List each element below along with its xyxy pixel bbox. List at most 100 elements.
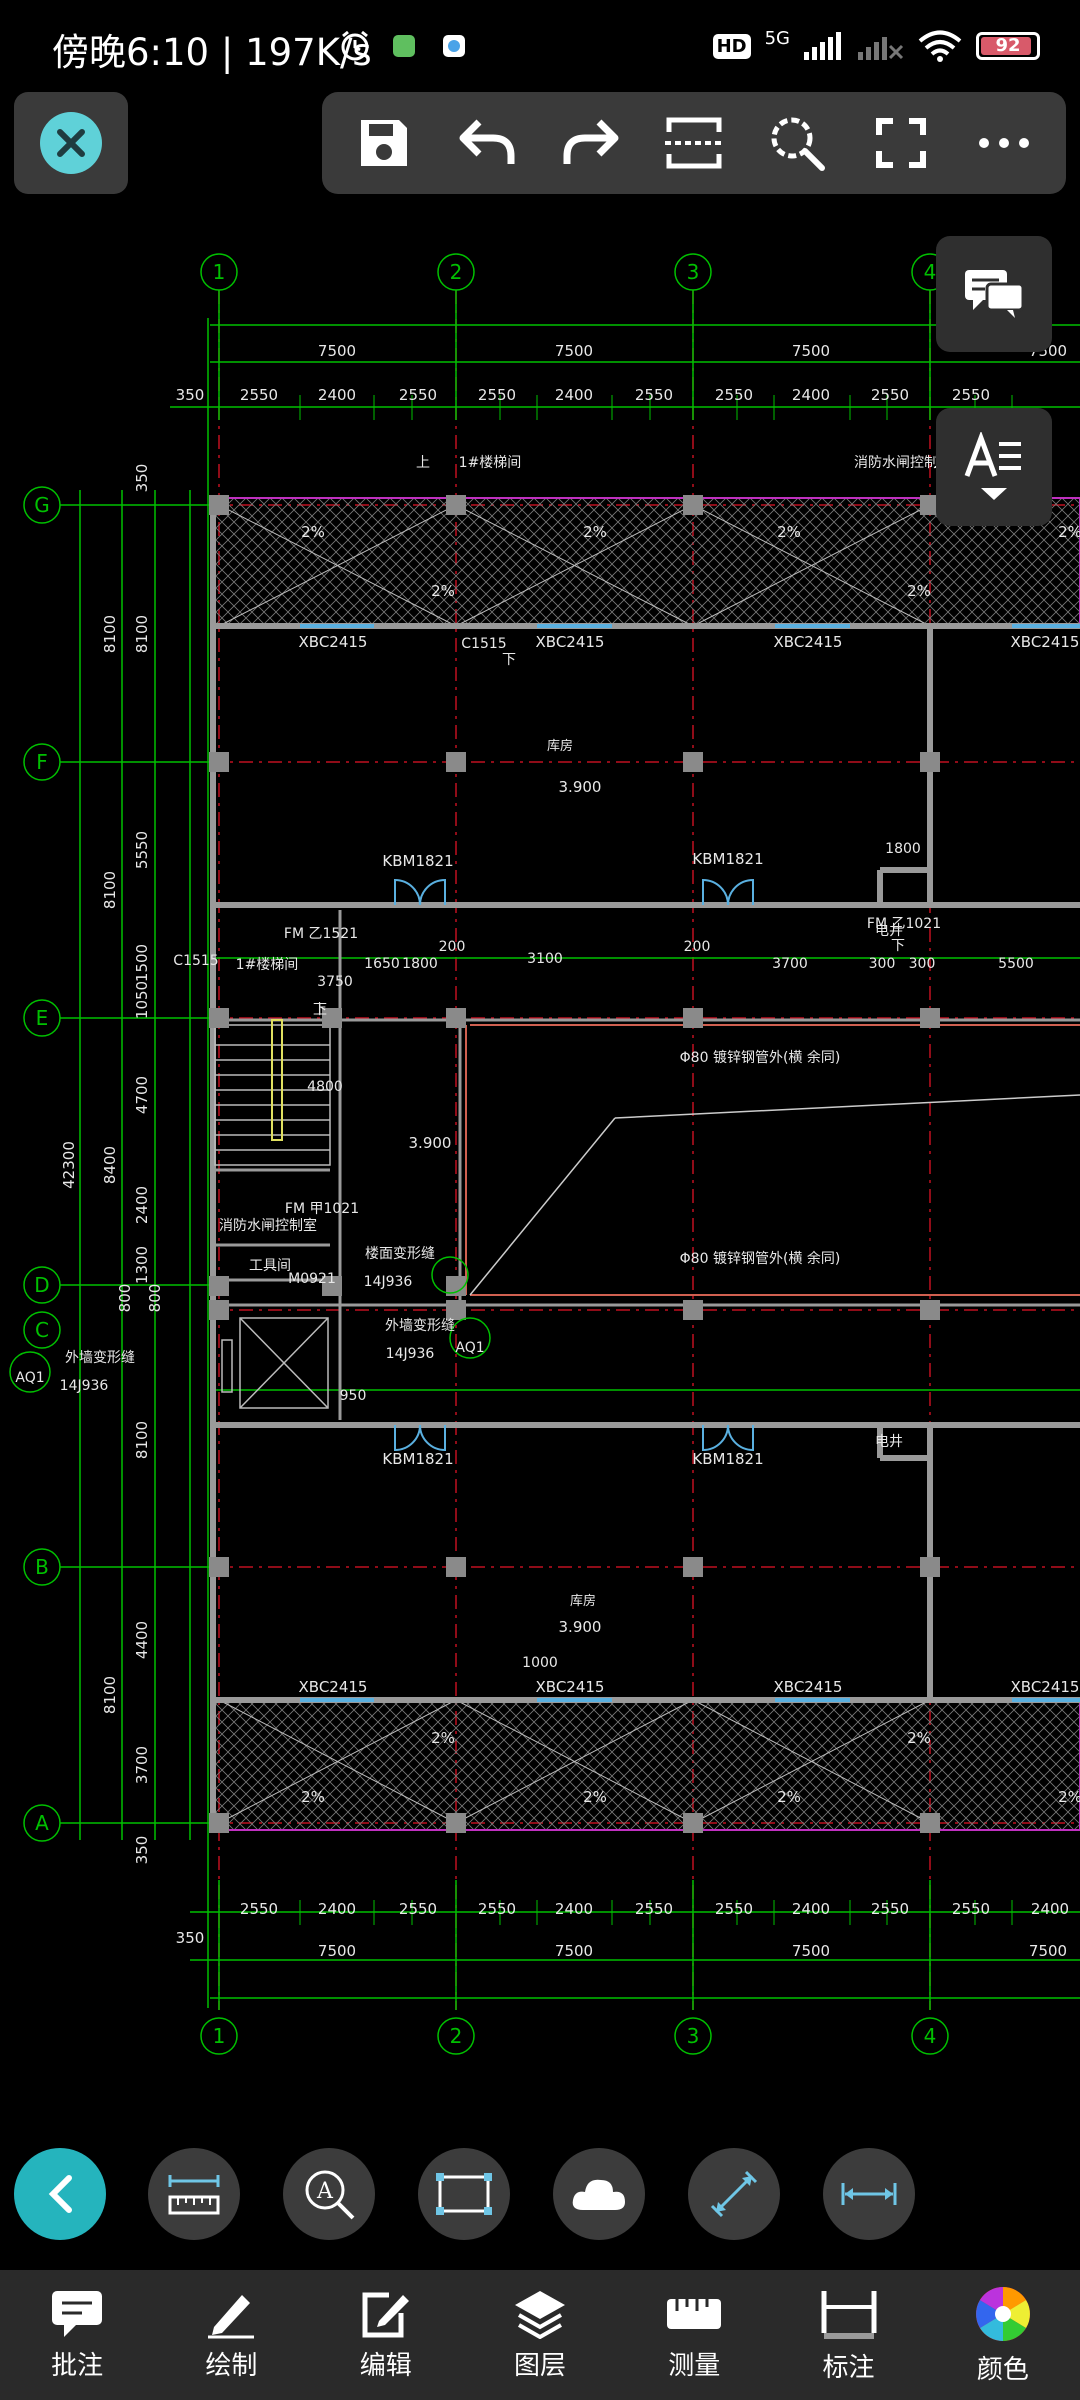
dimension-label: 8100 <box>101 615 119 653</box>
dimension-label: 2550 <box>871 1900 909 1918</box>
axis-bubble-label: 2 <box>450 260 463 284</box>
nav-layers[interactable]: 图层 <box>463 2270 617 2400</box>
window-label: XBC2415 <box>774 1678 843 1696</box>
annotation-label: 14J936 <box>364 1274 413 1290</box>
cloud-tool-button[interactable] <box>553 2148 645 2240</box>
comment-icon <box>52 2290 103 2337</box>
more-icon[interactable] <box>968 107 1040 179</box>
dimension-label: 8100 <box>101 871 119 909</box>
status-bar: 傍晚6:10 | 197K/s HD 5G 92 <box>0 0 1080 90</box>
horizontal-measure-icon <box>841 2183 897 2205</box>
dimension-label: 2550 <box>635 386 673 404</box>
horizontal-measure-tool-button[interactable] <box>823 2148 915 2240</box>
hd-badge: HD <box>712 33 751 59</box>
dimension-icon <box>821 2290 877 2339</box>
elevation-label: 3.900 <box>409 1134 452 1152</box>
slope-label: 2% <box>301 523 325 541</box>
window-label: XBC2415 <box>299 1678 368 1696</box>
nav-edit[interactable]: 编辑 <box>309 2270 463 2400</box>
nav-label: 绘制 <box>205 2350 258 2381</box>
nav-annotate[interactable]: 批注 <box>0 2270 154 2400</box>
svg-text:A: A <box>316 2179 334 2204</box>
dimension-label: 800 <box>146 1284 164 1313</box>
dimension-label: 8100 <box>101 1676 119 1714</box>
dimension-label: 2550 <box>952 386 990 404</box>
battery-icon: 92 <box>976 32 1040 60</box>
dimension-label: 8100 <box>133 615 151 653</box>
axis-bubble-label: 3 <box>687 2024 700 2048</box>
dimension-label: 2400 <box>555 1900 593 1918</box>
text-search-tool-button[interactable]: A <box>283 2148 375 2240</box>
annotation-label: 1#楼梯间 <box>236 957 299 973</box>
dimension-label: 2550 <box>399 386 437 404</box>
dimension-label: 350 <box>133 1836 151 1865</box>
door-label: KBM1821 <box>692 1450 763 1468</box>
cloud-icon <box>572 2179 625 2210</box>
dimension-label: 2550 <box>399 1900 437 1918</box>
slope-label: 2% <box>907 1729 931 1747</box>
nav-label: 图层 <box>513 2350 566 2381</box>
dimension-label: 1050 <box>133 981 151 1019</box>
zoom-search-icon[interactable] <box>761 107 833 179</box>
slope-label: 2% <box>431 1729 455 1747</box>
annotation-label: 楼面变形缝 <box>365 1246 435 1262</box>
undo-icon[interactable] <box>451 107 523 179</box>
axis-bubble-label: F <box>36 750 48 774</box>
axis-bubble-label: 1 <box>213 260 226 284</box>
diagonal-measure-tool-button[interactable] <box>688 2148 780 2240</box>
measure-icon <box>667 2298 722 2329</box>
axis-bubble-label: A <box>35 1811 49 1835</box>
nav-draw[interactable]: 绘制 <box>154 2270 308 2400</box>
door-label: KBM1821 <box>692 850 763 868</box>
save-icon[interactable] <box>348 107 420 179</box>
cad-drawing-canvas[interactable]: 1 1 2 2 3 3 4 4 G F E DC B A 7500 7500 7500 7500 350 2550 24… <box>0 90 1080 2140</box>
slope-label: 2% <box>1058 523 1080 541</box>
annotation-label: 1800 <box>402 956 438 972</box>
close-button[interactable] <box>14 92 128 194</box>
annotation-label: FM 乙1521 <box>284 926 358 942</box>
text-search-icon: A <box>305 2170 355 2220</box>
layers-icon <box>514 2290 565 2339</box>
dimension-label: 2400 <box>555 386 593 404</box>
annotation-label: 工具间 <box>249 1258 291 1274</box>
dimension-label: 1300 <box>133 1246 151 1284</box>
crop-icon[interactable] <box>658 107 730 179</box>
nav-measure[interactable]: 测量 <box>617 2270 771 2400</box>
nav-color[interactable]: 颜色 <box>926 2270 1080 2400</box>
annotation-label: C1515 <box>173 953 218 969</box>
annotation-label: 消防水闸控制室 <box>219 1217 317 1234</box>
annotation-label: 外墙变形缝 <box>65 1350 135 1366</box>
axis-bubble-label: B <box>35 1555 49 1579</box>
slope-label: 2% <box>583 523 607 541</box>
nav-label: 测量 <box>668 2350 721 2381</box>
rectangle-tool-button[interactable] <box>418 2148 510 2240</box>
dimension-label: 42300 <box>60 1141 78 1189</box>
annotation-label: 下 <box>502 652 516 668</box>
dimension-label: 7500 <box>792 1942 830 1960</box>
annotation-label: 3700 <box>772 956 808 972</box>
dimension-label: 4700 <box>133 1076 151 1114</box>
nav-label: 颜色 <box>976 2354 1029 2385</box>
ruler-tool-button[interactable] <box>148 2148 240 2240</box>
dimension-label: 2550 <box>240 1900 278 1918</box>
color-wheel-icon <box>975 2286 1030 2341</box>
dimension-label: 2550 <box>478 1900 516 1918</box>
window-label: XBC2415 <box>774 633 843 651</box>
back-icon <box>48 2175 72 2213</box>
diagonal-measure-icon <box>710 2170 758 2218</box>
nav-dimension[interactable]: 标注 <box>771 2270 925 2400</box>
text-style-button[interactable] <box>936 408 1052 526</box>
comment-button[interactable] <box>936 236 1052 352</box>
dimension-label: 1500 <box>133 944 151 982</box>
slope-label: 2% <box>777 523 801 541</box>
dimension-label: 2400 <box>318 1900 356 1918</box>
back-button[interactable] <box>14 2148 106 2240</box>
slope-label: 2% <box>1058 1788 1080 1806</box>
close-icon <box>40 112 102 174</box>
annotation-label: 电井 <box>875 1434 903 1450</box>
redo-icon[interactable] <box>555 107 627 179</box>
axis-bubble-label: D <box>34 1273 49 1297</box>
fullscreen-icon[interactable] <box>865 107 937 179</box>
annotation-label: 1650 <box>364 956 400 972</box>
axis-bubble-label: 4 <box>924 2024 937 2048</box>
